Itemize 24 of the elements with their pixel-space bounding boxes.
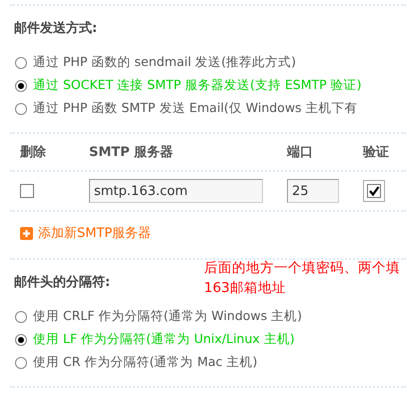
section-heading: 邮件发送方式: [13, 20, 98, 32]
section-heading: 邮件头的分隔符: [13, 274, 110, 286]
radio-button[interactable] [15, 102, 27, 114]
plus-icon [20, 226, 33, 240]
radio-button[interactable] [15, 310, 27, 322]
column-header: 验证 [363, 144, 390, 161]
radio-button[interactable] [15, 56, 27, 68]
option-label: 通过 PHP 函数 SMTP 发送 Email(仅 Windows 主机下有 [33, 100, 358, 117]
checkbox[interactable] [367, 184, 381, 198]
column-header: 端口 [287, 144, 314, 161]
option-label: 使用 CR 作为分隔符(通常为 Mac 主机) [33, 354, 258, 371]
radio-button[interactable] [15, 334, 27, 346]
option-label: 使用 CRLF 作为分隔符(通常为 Windows 主机) [33, 308, 302, 325]
option-label: 通过 PHP 函数的 sendmail 发送(推荐此方式) [33, 54, 296, 71]
port-field[interactable]: 25 [287, 179, 339, 203]
server-field[interactable]: smtp.163.com [89, 179, 263, 203]
column-header: 删除 [20, 144, 47, 161]
radio-button[interactable] [15, 80, 27, 92]
radio-button[interactable] [15, 356, 27, 368]
column-header: SMTP 服务器 [89, 144, 174, 161]
option-label: 使用 LF 作为分隔符(通常为 Unix/Linux 主机) [33, 331, 295, 348]
checkbox[interactable] [20, 184, 34, 198]
option-label: 通过 SOCKET 连接 SMTP 服务器发送(支持 ESMTP 验证) [33, 77, 362, 94]
annotation-text: 后面的地方一个填密码、两个填163邮箱地址 [204, 259, 400, 298]
